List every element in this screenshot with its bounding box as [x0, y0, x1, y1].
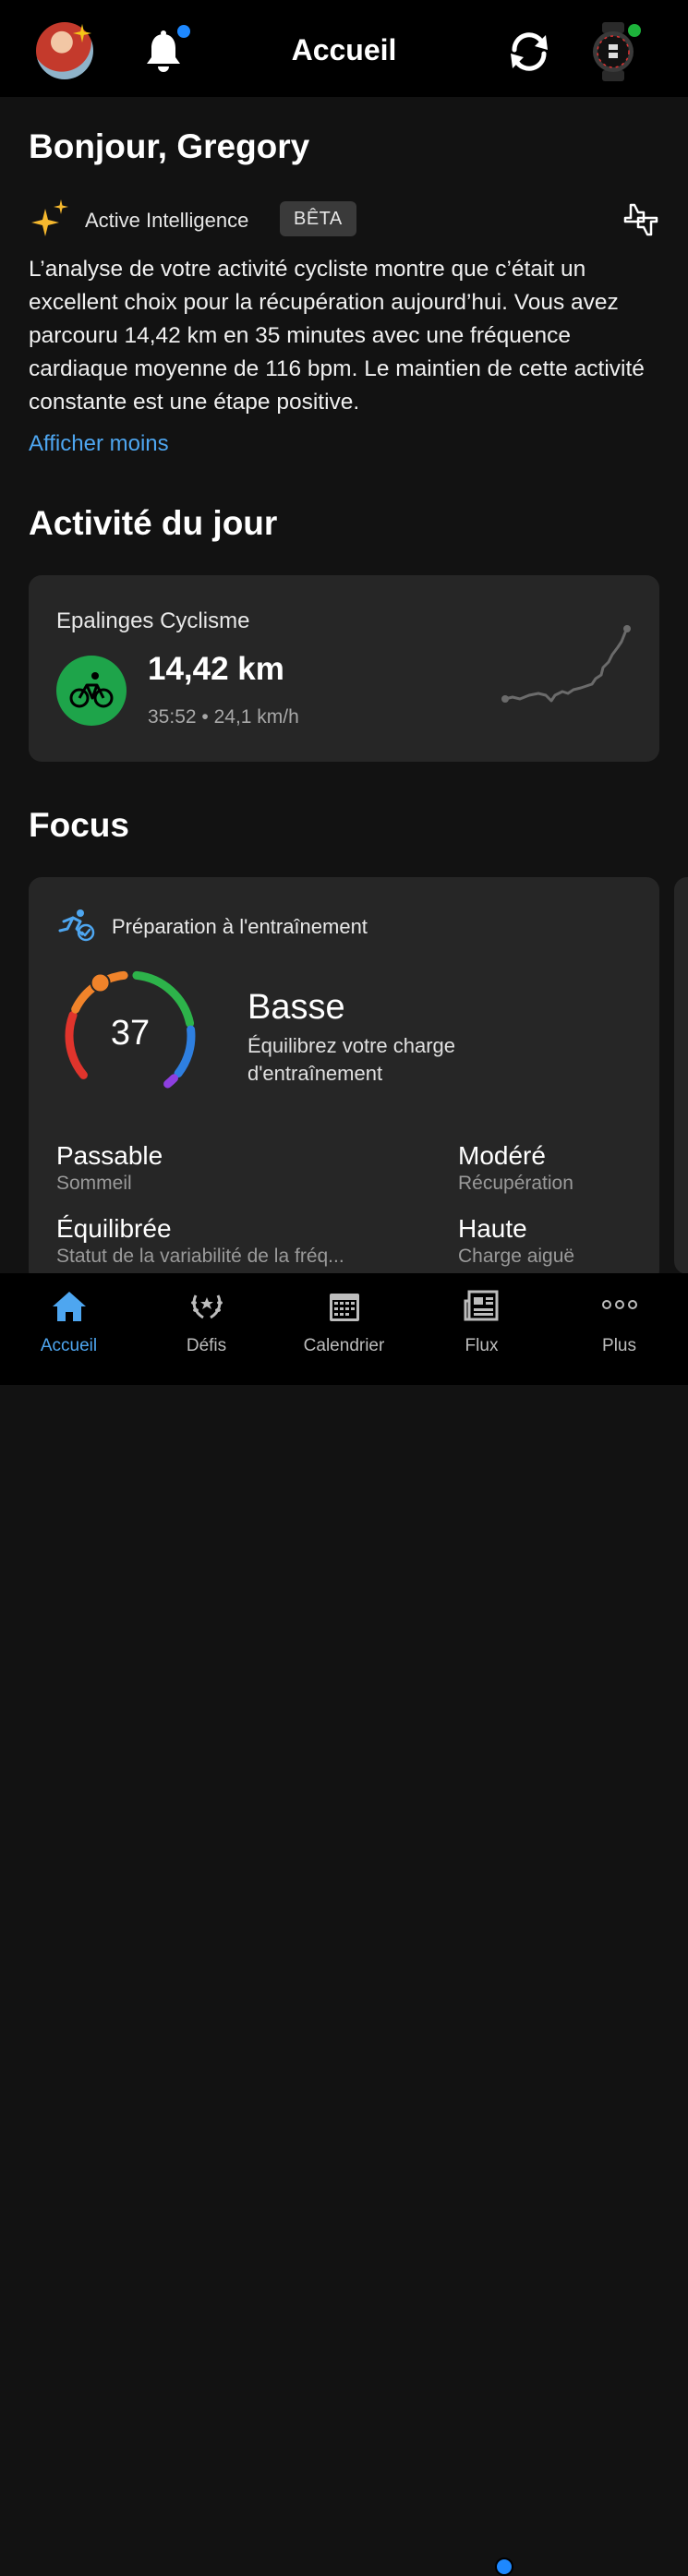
page-title: Accueil — [291, 33, 397, 66]
metric-recovery: Modéré Récupération — [458, 1141, 573, 1197]
training-readiness-icon — [58, 909, 95, 942]
greeting: Bonjour, Gregory — [29, 127, 310, 165]
readiness-score: 37 — [110, 1014, 151, 1053]
metric-value: Équilibrée — [56, 1214, 172, 1243]
news-icon — [464, 1290, 498, 1321]
metric-value: Passable — [56, 1141, 163, 1170]
nav-label: Flux — [465, 1336, 499, 1355]
nav-feed[interactable]: Flux — [413, 1273, 550, 1385]
readiness-status: Basse — [247, 988, 345, 1027]
readiness-description: Équilibrez votre charge d'entraînement — [247, 1034, 456, 1085]
nav-label: Calendrier — [303, 1336, 385, 1355]
metric-label: Sommeil — [56, 1173, 132, 1194]
calendar-icon — [329, 1294, 359, 1321]
metric-label: Charge aiguë — [458, 1246, 575, 1267]
gauge-marker — [90, 972, 111, 993]
route-map-thumbnail — [501, 625, 631, 703]
metric-label: Récupération — [458, 1173, 573, 1194]
nav-challenges[interactable]: Défis — [138, 1273, 275, 1385]
nav-label: Plus — [602, 1336, 636, 1355]
connected-dot — [628, 24, 641, 37]
home-icon — [52, 1292, 86, 1321]
beta-badge: BÊTA — [280, 201, 356, 236]
cycling-badge — [56, 656, 127, 726]
activity-distance: 14,42 km — [148, 651, 284, 687]
bottom-nav: Accueil Défis Calendrier Flux Plus — [0, 1273, 688, 2576]
metric-value: Haute — [458, 1214, 527, 1243]
show-less-link[interactable]: Afficher moins — [29, 431, 169, 457]
activity-meta: 35:52 • 24,1 km/h — [148, 706, 299, 728]
next-focus-card-peek[interactable] — [674, 877, 688, 1274]
activity-name: Epalinges Cyclisme — [56, 608, 250, 633]
activity-section-title: Activité du jour — [29, 504, 278, 542]
metric-value: Modéré — [458, 1141, 546, 1170]
feedback-icon[interactable] — [622, 201, 660, 238]
active-intelligence-header: Active Intelligence BÊTA — [29, 198, 660, 238]
nav-label: Accueil — [40, 1336, 98, 1355]
activity-duration: 35:52 — [148, 706, 197, 728]
metric-acute-load: Haute Charge aiguë — [458, 1214, 574, 1270]
active-intelligence-label: Active Intelligence — [85, 209, 249, 232]
training-readiness-card[interactable]: Préparation à l'entraînement 37 Basse Éq… — [29, 877, 659, 1283]
activity-card[interactable]: Epalinges Cyclisme 14,42 km 35:52 • 24,1… — [29, 575, 659, 762]
focus-section-title: Focus — [29, 806, 129, 844]
metric-label: Statut de la variabilité de la fréq... — [56, 1246, 344, 1267]
more-icon — [601, 1300, 637, 1309]
top-bar: Accueil — [0, 0, 688, 97]
metric-sleep: Passable Sommeil — [56, 1141, 163, 1197]
nav-label: Défis — [186, 1336, 227, 1355]
separator-dot: • — [201, 706, 214, 728]
sync-icon[interactable] — [505, 30, 553, 74]
active-intelligence-text: L’analyse de votre activité cycliste mon… — [29, 257, 645, 415]
sparkle-icon — [31, 199, 68, 236]
laurel-icon — [190, 1294, 223, 1319]
activity-speed: 24,1 km/h — [213, 706, 299, 728]
bike-icon — [69, 672, 114, 708]
nav-more[interactable]: Plus — [550, 1273, 688, 1385]
feed-notification-dot — [495, 2558, 513, 2576]
nav-home[interactable]: Accueil — [0, 1273, 138, 1385]
metric-hrv-status: Équilibrée Statut de la variabilité de l… — [56, 1214, 344, 1270]
gauge-segment-purple — [163, 1074, 178, 1089]
nav-calendar[interactable]: Calendrier — [275, 1273, 413, 1385]
training-readiness-title: Préparation à l'entraînement — [112, 915, 368, 938]
